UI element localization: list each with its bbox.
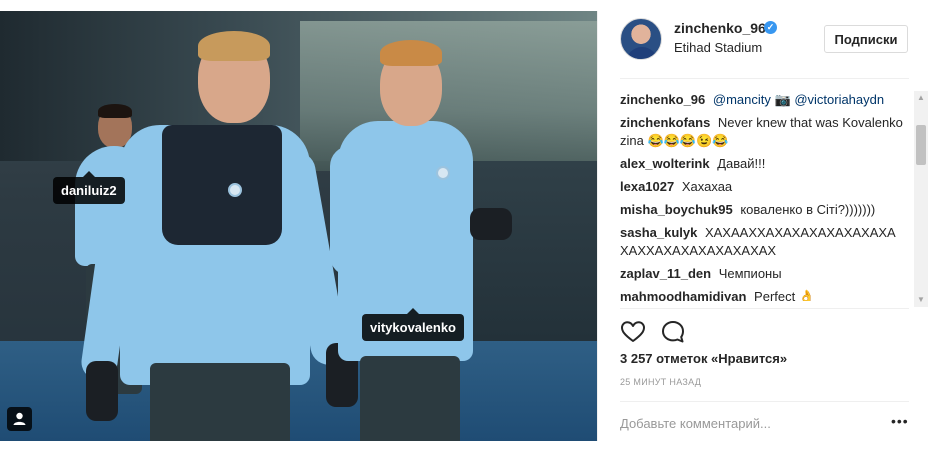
follow-button[interactable]: Подписки xyxy=(824,25,908,53)
comment-username[interactable]: sasha_kulyk xyxy=(620,225,697,240)
comment-item: lexa1027 Хахахаа xyxy=(620,178,910,196)
heart-icon[interactable] xyxy=(620,319,646,345)
post-username[interactable]: zinchenko_96 xyxy=(674,20,766,36)
comment-username[interactable]: zinchenko_96 xyxy=(620,92,705,107)
comment-username[interactable]: zinchenkofans xyxy=(620,115,710,130)
post-timestamp: 25 МИНУТ НАЗАД xyxy=(620,377,702,387)
comment-username[interactable]: mahmoodhamidiyan xyxy=(620,289,746,301)
comment-item: zaplav_11_den Чемпионы xyxy=(620,265,910,283)
post-photo[interactable]: daniluiz2 vitykovalenko xyxy=(0,11,597,441)
add-comment-input[interactable] xyxy=(620,412,870,434)
scroll-down-arrow-icon[interactable]: ▼ xyxy=(914,293,928,307)
verified-badge-icon: ✓ xyxy=(764,21,777,34)
comment-mention[interactable]: @mancity xyxy=(713,92,771,107)
user-tag-glyph xyxy=(13,412,26,425)
header-divider xyxy=(620,78,909,79)
scroll-up-arrow-icon[interactable]: ▲ xyxy=(914,91,928,105)
comment-text: Perfect 👌 xyxy=(754,289,816,301)
post-location[interactable]: Etihad Stadium xyxy=(674,40,762,55)
player-right xyxy=(330,36,520,441)
comment-box-divider xyxy=(620,401,909,402)
comment-text: коваленко в Сіті?))))))) xyxy=(740,202,876,217)
comment-item: mahmoodhamidiyan Perfect 👌 xyxy=(620,288,910,301)
comments-list[interactable]: zinchenko_96 @mancity 📷 @victoriahaydn z… xyxy=(620,91,910,301)
comment-item: zinchenko_96 @mancity 📷 @victoriahaydn xyxy=(620,91,910,109)
comment-username[interactable]: lexa1027 xyxy=(620,179,674,194)
post-header: zinchenko_96 ✓ Etihad Stadium Подписки xyxy=(598,11,928,79)
comment-item: alex_wolterink Давай!!! xyxy=(620,155,910,173)
comment-username[interactable]: alex_wolterink xyxy=(620,156,710,171)
comment-mention[interactable]: @victoriahaydn xyxy=(794,92,884,107)
likes-count[interactable]: 3 257 отметок «Нравится» xyxy=(620,351,787,366)
comment-item: misha_boychuk95 коваленко в Сіті?))))))) xyxy=(620,201,910,219)
avatar[interactable] xyxy=(620,18,662,60)
comments-scrollbar[interactable]: ▲ ▼ xyxy=(914,91,928,307)
photo-user-tag-daniluiz2[interactable]: daniluiz2 xyxy=(53,171,125,204)
scrollbar-thumb[interactable] xyxy=(916,125,926,165)
comment-text: 📷 xyxy=(770,92,795,107)
comment-text: Чемпионы xyxy=(718,266,782,281)
comment-text: Хахахаа xyxy=(681,179,733,194)
comment-username[interactable]: zaplav_11_den xyxy=(620,266,711,281)
comment-item: zinchenkofans Never knew that was Kovale… xyxy=(620,114,910,150)
comment-username[interactable]: misha_boychuk95 xyxy=(620,202,733,217)
comment-bubble-icon[interactable] xyxy=(660,319,686,345)
more-options-button[interactable]: ••• xyxy=(891,414,909,428)
player-left xyxy=(79,31,360,441)
photo-user-tag-vitykovalenko[interactable]: vitykovalenko xyxy=(362,308,464,341)
user-tag-icon[interactable] xyxy=(7,407,32,431)
actions-divider xyxy=(620,308,909,309)
post-side-panel: zinchenko_96 ✓ Etihad Stadium Подписки z… xyxy=(597,11,928,441)
comment-text: Давай!!! xyxy=(717,156,766,171)
comment-item: sasha_kulyk ХАХААХХАХАХАХАХАХАХАХА ХАХХА… xyxy=(620,224,910,260)
